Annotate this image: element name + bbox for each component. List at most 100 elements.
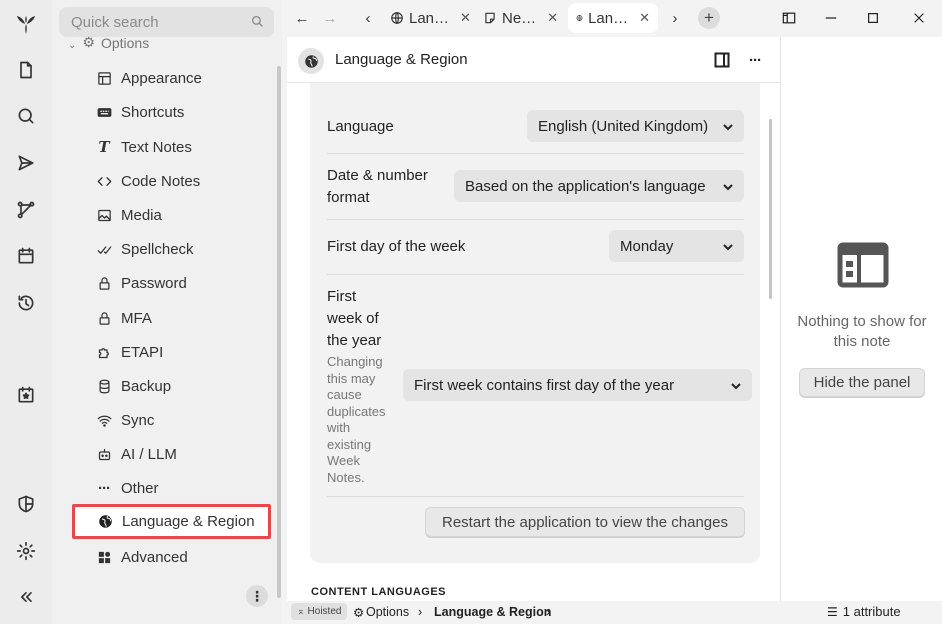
attributes-indicator[interactable]: ☰ 1 attribute [827, 604, 901, 619]
tree-item-label: Appearance [121, 69, 202, 87]
tree-item-sync[interactable]: Sync [96, 407, 154, 433]
content-scrollbar[interactable] [769, 119, 772, 299]
date-format-select[interactable]: Based on the application's language [454, 170, 744, 202]
hide-panel-button[interactable]: Hide the panel [799, 368, 925, 397]
tree-item-spellcheck[interactable]: Spellcheck [96, 236, 194, 262]
breadcrumb-separator: › [418, 605, 423, 619]
tree-item-label: Media [121, 206, 162, 224]
close-icon[interactable]: ✕ [547, 10, 558, 26]
new-note-icon[interactable] [13, 57, 39, 83]
tree-item-language-region[interactable]: Language & Region [72, 504, 271, 539]
appearance-icon [96, 70, 112, 86]
collapse-icon[interactable] [13, 584, 39, 610]
tree-item-etapi[interactable]: ETAPI [96, 339, 163, 365]
lock-icon [96, 275, 112, 291]
note-icon [485, 12, 495, 24]
tree-scrollbar[interactable] [277, 66, 281, 598]
breadcrumb-options[interactable]: Options [366, 605, 409, 619]
note-title[interactable]: Language & Region [335, 51, 468, 68]
first-week-label-line: week of [327, 310, 379, 327]
forward-button[interactable]: → [320, 8, 340, 28]
new-tab-button[interactable]: + [698, 7, 720, 29]
tree-item-media[interactable]: Media [96, 202, 162, 228]
date-format-label-line: format [327, 189, 370, 206]
tree-item-appearance[interactable]: Appearance [96, 65, 202, 91]
hoisted-label: Hoisted [307, 606, 342, 617]
window-close-icon[interactable] [907, 6, 931, 30]
maximize-icon[interactable] [861, 6, 885, 30]
tree-item-code-notes[interactable]: Code Notes [96, 168, 200, 194]
empty-text-line: Nothing to show for [797, 313, 927, 330]
lock-icon [96, 310, 112, 326]
search-icon[interactable] [13, 103, 39, 129]
chevron-down-icon [722, 240, 734, 252]
tree-item-ai-llm[interactable]: AI / LLM [96, 441, 177, 467]
hoisted-badge[interactable]: ⌅ Hoisted [291, 603, 348, 620]
tab-language-1[interactable]: Lan… ✕ [382, 3, 479, 33]
quick-search-input[interactable]: Quick search [59, 7, 274, 37]
first-week-label: First week of the year [327, 286, 381, 352]
gear-icon: ⚙ [82, 35, 95, 50]
help-line: this may [327, 370, 376, 386]
more-actions-icon[interactable]: ··· [745, 50, 765, 70]
tab-scroll-left-button[interactable]: ‹ [358, 8, 378, 28]
tree-item-advanced[interactable]: Advanced [96, 544, 188, 570]
tree-item-label: Spellcheck [121, 240, 194, 258]
first-week-select[interactable]: First week contains first day of the yea… [403, 369, 752, 401]
tree-item-other[interactable]: ··· Other [96, 475, 159, 501]
search-icon [251, 15, 263, 27]
language-label: Language [327, 118, 394, 135]
send-icon[interactable] [13, 150, 39, 176]
tab-new-note[interactable]: Ne… ✕ [475, 3, 566, 33]
tree-item-label: Shortcuts [121, 103, 185, 121]
settings-icon[interactable] [13, 538, 39, 564]
breadcrumb-separator[interactable]: › [546, 605, 550, 619]
tree-menu-button[interactable]: ⋮ [246, 585, 268, 607]
history-icon[interactable] [13, 290, 39, 316]
help-line: duplicates [327, 403, 386, 419]
shield-icon[interactable] [13, 491, 39, 517]
globe-icon [97, 514, 113, 530]
back-button[interactable]: ← [292, 8, 312, 28]
globe-icon[interactable] [298, 48, 324, 74]
tree-item-text-notes[interactable]: T Text Notes [96, 134, 192, 160]
first-day-select[interactable]: Monday [609, 230, 744, 262]
tree-item-label: Text Notes [121, 138, 192, 156]
puzzle-icon [96, 344, 112, 360]
tab-scroll-right-button[interactable]: › [665, 8, 685, 28]
tab-label: Lan… [588, 9, 629, 27]
tree-item-mfa[interactable]: MFA [96, 305, 152, 331]
restart-button[interactable]: Restart the application to view the chan… [425, 507, 745, 537]
toggle-right-pane-icon[interactable] [777, 6, 801, 30]
logo-icon[interactable] [13, 12, 39, 38]
keyboard-icon [96, 104, 112, 120]
tree-item-options[interactable]: ⌄ ⚙ Options [68, 35, 149, 51]
help-line: existing [327, 436, 372, 452]
tree-item-label: Code Notes [121, 172, 201, 190]
close-icon[interactable]: ✕ [460, 10, 471, 26]
tree-item-password[interactable]: Password [96, 270, 187, 296]
chevron-down-icon[interactable]: ⌄ [68, 40, 76, 51]
help-line: Changing [327, 354, 383, 369]
minimize-icon[interactable] [819, 6, 843, 30]
split-view-icon[interactable] [712, 50, 732, 70]
close-icon[interactable]: ✕ [639, 10, 650, 26]
tree-item-label: Password [121, 274, 187, 292]
tree-item-backup[interactable]: Backup [96, 373, 171, 399]
tree-item-label: Backup [121, 377, 172, 395]
first-day-value: Monday [620, 237, 674, 255]
wifi-icon [96, 412, 112, 428]
settings-card: Language English (United Kingdom) Date &… [310, 83, 760, 563]
tree-item-shortcuts[interactable]: Shortcuts [96, 99, 184, 125]
calendar-icon[interactable] [13, 243, 39, 269]
divider [327, 219, 744, 220]
spellcheck-icon [96, 241, 112, 257]
grid-icon [96, 549, 112, 565]
note-content: Language English (United Kingdom) Date &… [287, 83, 780, 601]
breadcrumb-language-region[interactable]: Language & Region [434, 605, 551, 619]
tab-language-active[interactable]: Lan… ✕ [568, 3, 658, 33]
empty-text-line: this note [833, 333, 891, 350]
graph-icon[interactable] [13, 197, 39, 223]
today-icon[interactable] [13, 382, 39, 408]
language-select[interactable]: English (United Kingdom) [527, 110, 744, 142]
